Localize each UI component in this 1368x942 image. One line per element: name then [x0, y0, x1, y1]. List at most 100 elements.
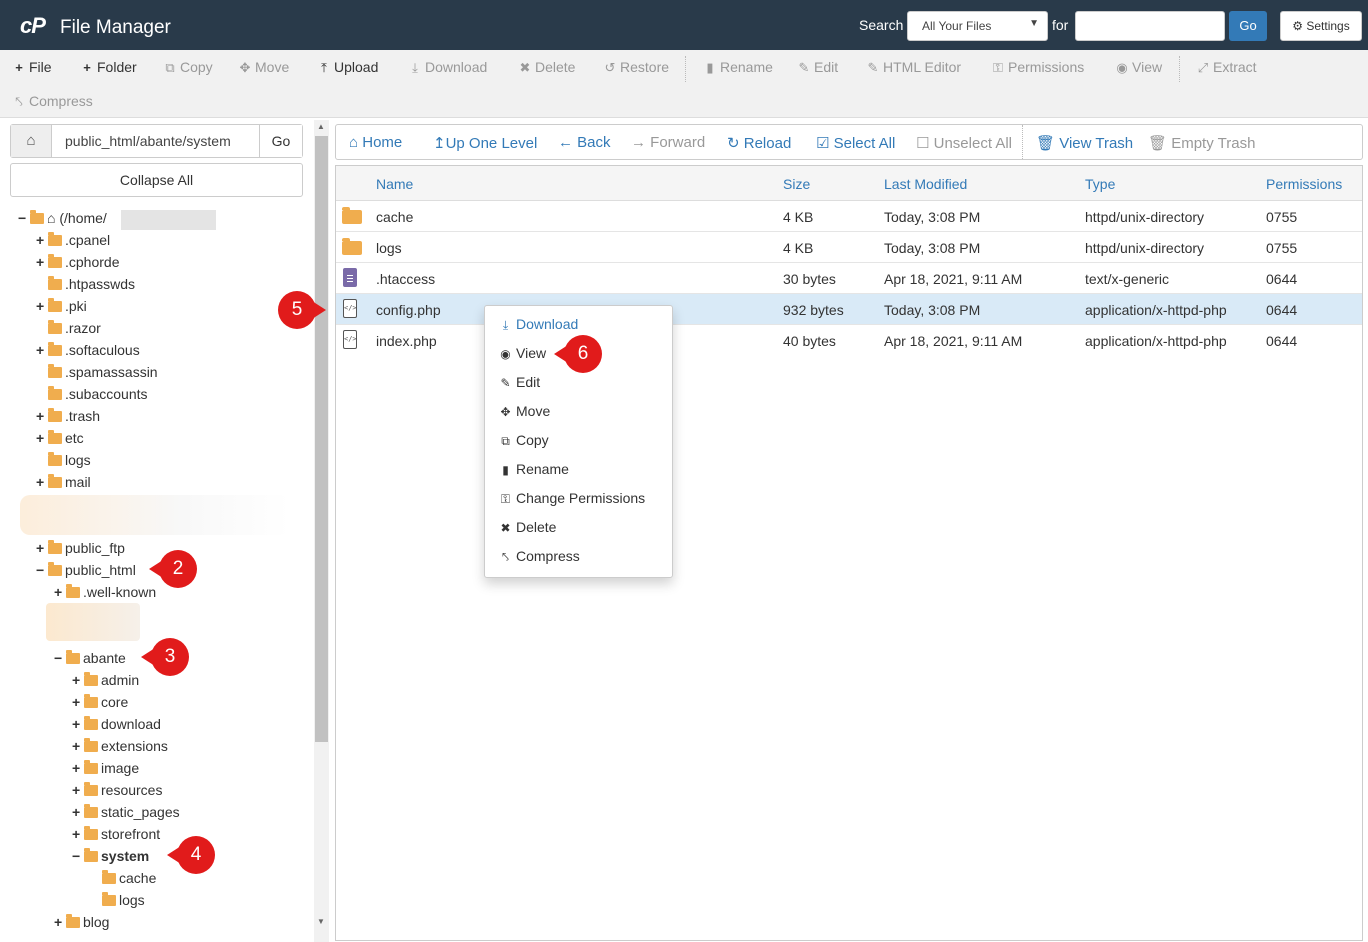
back-button[interactable]: ← Back — [558, 134, 611, 151]
tree-item-cpanel[interactable]: + .cpanel — [36, 229, 110, 251]
tree-item-trash[interactable]: + .trash — [36, 405, 100, 427]
tree-item-razor[interactable]: .razor — [36, 317, 101, 339]
expand-toggle[interactable]: + — [36, 471, 48, 493]
expand-toggle[interactable]: + — [36, 229, 48, 251]
expand-toggle[interactable]: + — [36, 339, 48, 361]
expand-toggle[interactable]: + — [36, 537, 48, 559]
restore-button[interactable]: ↺ Restore — [603, 59, 669, 76]
search-scope-select[interactable]: All Your Files ▼ — [907, 11, 1048, 41]
tree-item-image[interactable]: + image — [72, 757, 139, 779]
table-row[interactable]: logs 4 KB Today, 3:08 PM httpd/unix-dire… — [336, 232, 1362, 263]
extract-button[interactable]: ⤢ Extract — [1196, 59, 1257, 76]
expand-toggle[interactable]: + — [72, 779, 84, 801]
context-menu-delete[interactable]: ✖ Delete — [498, 519, 556, 539]
collapse-toggle[interactable]: − — [54, 647, 66, 669]
tree-item-logs[interactable]: logs — [36, 449, 91, 471]
select-all-button[interactable]: ☑ Select All — [816, 134, 895, 152]
expand-toggle[interactable]: + — [54, 581, 66, 603]
tree-root[interactable]: − ⌂ (/home/ — [18, 207, 107, 229]
tree-item-softaculous[interactable]: + .softaculous — [36, 339, 140, 361]
expand-toggle[interactable]: + — [72, 735, 84, 757]
move-button[interactable]: ✥ Move — [238, 59, 290, 76]
table-row[interactable]: cache 4 KB Today, 3:08 PM httpd/unix-dir… — [336, 201, 1362, 232]
search-input[interactable] — [1075, 11, 1225, 41]
tree-item-extensions[interactable]: + extensions — [72, 735, 168, 757]
rename-button[interactable]: ▮ Rename — [703, 59, 773, 76]
column-header-size[interactable]: Size — [783, 176, 810, 192]
scroll-down-icon[interactable]: ▼ — [317, 917, 325, 926]
table-row[interactable]: .htaccess 30 bytes Apr 18, 2021, 9:11 AM… — [336, 263, 1362, 294]
expand-toggle[interactable]: + — [36, 427, 48, 449]
tree-item-etc[interactable]: + etc — [36, 427, 84, 449]
collapse-all-button[interactable]: Collapse All — [10, 163, 303, 197]
expand-toggle[interactable]: + — [72, 801, 84, 823]
view-button[interactable]: ◉ View — [1115, 59, 1162, 76]
search-go-button[interactable]: Go — [1229, 11, 1267, 41]
tree-item-pki[interactable]: + .pki — [36, 295, 87, 317]
new-file-button[interactable]: + File — [12, 59, 51, 75]
tree-item-public-ftp[interactable]: + public_ftp — [36, 537, 125, 559]
path-go-button[interactable]: Go — [259, 125, 302, 157]
tree-item-htpasswds[interactable]: .htpasswds — [36, 273, 135, 295]
expand-toggle[interactable]: + — [72, 713, 84, 735]
tree-item-subaccounts[interactable]: .subaccounts — [36, 383, 148, 405]
context-menu-download[interactable]: ⤓ Download — [498, 316, 578, 336]
scroll-up-icon[interactable]: ▲ — [317, 122, 325, 131]
forward-button[interactable]: → Forward — [631, 134, 705, 151]
context-menu-copy[interactable]: ⧉ Copy — [498, 432, 548, 452]
scrollbar-thumb[interactable] — [315, 136, 328, 742]
tree-item-abante[interactable]: − abante — [54, 647, 126, 669]
tree-item-admin[interactable]: + admin — [72, 669, 139, 691]
upload-button[interactable]: ⤒ Upload — [317, 59, 378, 76]
context-menu-view[interactable]: ◉ View — [498, 345, 546, 365]
context-menu-compress[interactable]: ⤣ Compress — [498, 548, 580, 568]
expand-toggle[interactable]: + — [36, 405, 48, 427]
expand-toggle[interactable]: + — [72, 757, 84, 779]
expand-toggle[interactable]: + — [36, 251, 48, 273]
collapse-toggle[interactable]: − — [18, 207, 30, 229]
expand-toggle[interactable]: + — [72, 823, 84, 845]
tree-item-system[interactable]: − system — [72, 845, 149, 867]
expand-toggle[interactable]: + — [72, 669, 84, 691]
permissions-button[interactable]: ⚿ Permissions — [991, 59, 1084, 76]
tree-item-download[interactable]: + download — [72, 713, 161, 735]
tree-item-well-known[interactable]: + .well-known — [54, 581, 156, 603]
tree-item-blog[interactable]: + blog — [54, 911, 109, 933]
home-icon[interactable]: ⌂ — [11, 125, 52, 157]
column-header-modified[interactable]: Last Modified — [884, 176, 967, 192]
tree-item-resources[interactable]: + resources — [72, 779, 162, 801]
tree-item-mail[interactable]: + mail — [36, 471, 91, 493]
compress-button[interactable]: ⤣ Compress — [12, 93, 92, 110]
column-header-name[interactable]: Name — [376, 176, 413, 192]
tree-item-core[interactable]: + core — [72, 691, 128, 713]
unselect-all-button[interactable]: ☐ Unselect All — [916, 134, 1012, 152]
up-one-level-button[interactable]: ↥Up One Level — [433, 134, 537, 152]
download-button[interactable]: ⤓ Download — [408, 59, 487, 76]
tree-item-logs[interactable]: logs — [90, 889, 145, 911]
edit-button[interactable]: ✎ Edit — [797, 59, 839, 76]
tree-item-storefront[interactable]: + storefront — [72, 823, 160, 845]
context-menu-rename[interactable]: ▮ Rename — [498, 461, 569, 481]
column-header-permissions[interactable]: Permissions — [1266, 176, 1342, 192]
tree-item-spamassassin[interactable]: .spamassassin — [36, 361, 158, 383]
new-folder-button[interactable]: + Folder — [80, 59, 136, 75]
collapse-toggle[interactable]: − — [72, 845, 84, 867]
context-menu-edit[interactable]: ✎ Edit — [498, 374, 540, 394]
expand-toggle[interactable]: + — [72, 691, 84, 713]
path-input[interactable]: public_html/abante/system — [65, 133, 231, 149]
html-editor-button[interactable]: ✎ HTML Editor — [866, 59, 962, 76]
context-menu-change-permissions[interactable]: ⚿ Change Permissions — [498, 490, 645, 510]
tree-item-cphorde[interactable]: + .cphorde — [36, 251, 119, 273]
settings-button[interactable]: ⚙ Settings — [1280, 11, 1362, 41]
reload-button[interactable]: ↻ Reload — [727, 134, 791, 152]
delete-button[interactable]: ✖ Delete — [518, 59, 576, 76]
sidebar-scrollbar[interactable]: ▲ ▼ — [314, 120, 329, 942]
home-button[interactable]: ⌂ Home — [349, 134, 402, 151]
tree-item-public-html[interactable]: − public_html — [36, 559, 136, 581]
expand-toggle[interactable]: + — [54, 911, 66, 933]
tree-item-static-pages[interactable]: + static_pages — [72, 801, 180, 823]
copy-button[interactable]: ⧉ Copy — [163, 59, 212, 76]
collapse-toggle[interactable]: − — [36, 559, 48, 581]
context-menu-move[interactable]: ✥ Move — [498, 403, 550, 423]
tree-item-cache[interactable]: cache — [90, 867, 156, 889]
